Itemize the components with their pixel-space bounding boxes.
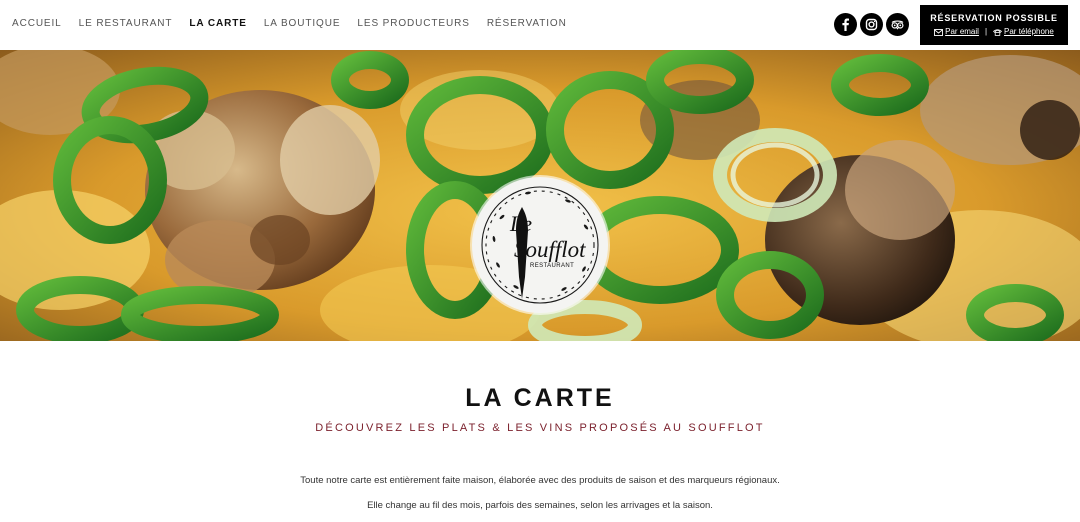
nav-item-accueil[interactable]: ACCUEIL — [12, 18, 62, 30]
main-nav: ACCUEIL LE RESTAURANT LA CARTE LA BOUTIQ… — [12, 18, 584, 30]
tripadvisor-glyph — [891, 20, 904, 30]
logo-text-restaurant: RESTAURANT — [530, 263, 574, 269]
reservation-links: Par email | Par téléphone — [920, 27, 1068, 37]
reservation-email-label: Par email — [945, 27, 979, 36]
page-subtitle: DÉCOUVREZ LES PLATS & LES VINS PROPOSÉS … — [315, 422, 765, 434]
logo-text-soufflot: Soufflot — [514, 237, 586, 262]
nav-item-les-producteurs[interactable]: LES PRODUCTEURS — [357, 18, 469, 30]
nav-item-le-restaurant[interactable]: LE RESTAURANT — [79, 18, 173, 30]
reservation-email-link[interactable]: Par email — [934, 27, 979, 37]
tripadvisor-icon[interactable] — [886, 13, 909, 36]
site-header: ACCUEIL LE RESTAURANT LA CARTE LA BOUTIQ… — [0, 0, 1080, 50]
hero-banner: Le Soufflot RESTAURANT — [0, 50, 1080, 341]
intro-paragraph-1: Toute notre carte est entièrement faite … — [300, 475, 780, 486]
instagram-icon[interactable] — [860, 13, 883, 36]
facebook-glyph — [842, 18, 849, 31]
facebook-icon[interactable] — [834, 13, 857, 36]
reservation-phone-label: Par téléphone — [1004, 27, 1054, 36]
nav-item-reservation[interactable]: RÉSERVATION — [487, 18, 567, 30]
reservation-separator: | — [984, 27, 988, 36]
intro-paragraph-2: Elle change au fil des mois, parfois des… — [367, 500, 713, 511]
logo-emblem: Le Soufflot RESTAURANT — [481, 186, 599, 304]
instagram-glyph — [865, 18, 878, 31]
social-links — [834, 13, 909, 36]
reservation-phone-link[interactable]: Par téléphone — [993, 27, 1054, 37]
restaurant-logo[interactable]: Le Soufflot RESTAURANT — [472, 177, 608, 313]
reservation-box: RÉSERVATION POSSIBLE Par email | Par tél… — [920, 5, 1068, 45]
reservation-title: RÉSERVATION POSSIBLE — [930, 13, 1058, 23]
logo-text-le: Le — [509, 211, 532, 236]
page-title: LA CARTE — [465, 384, 615, 412]
nav-item-la-boutique[interactable]: LA BOUTIQUE — [264, 18, 341, 30]
nav-item-la-carte[interactable]: LA CARTE — [189, 18, 246, 30]
phone-icon — [993, 28, 1002, 36]
envelope-icon — [934, 28, 944, 36]
